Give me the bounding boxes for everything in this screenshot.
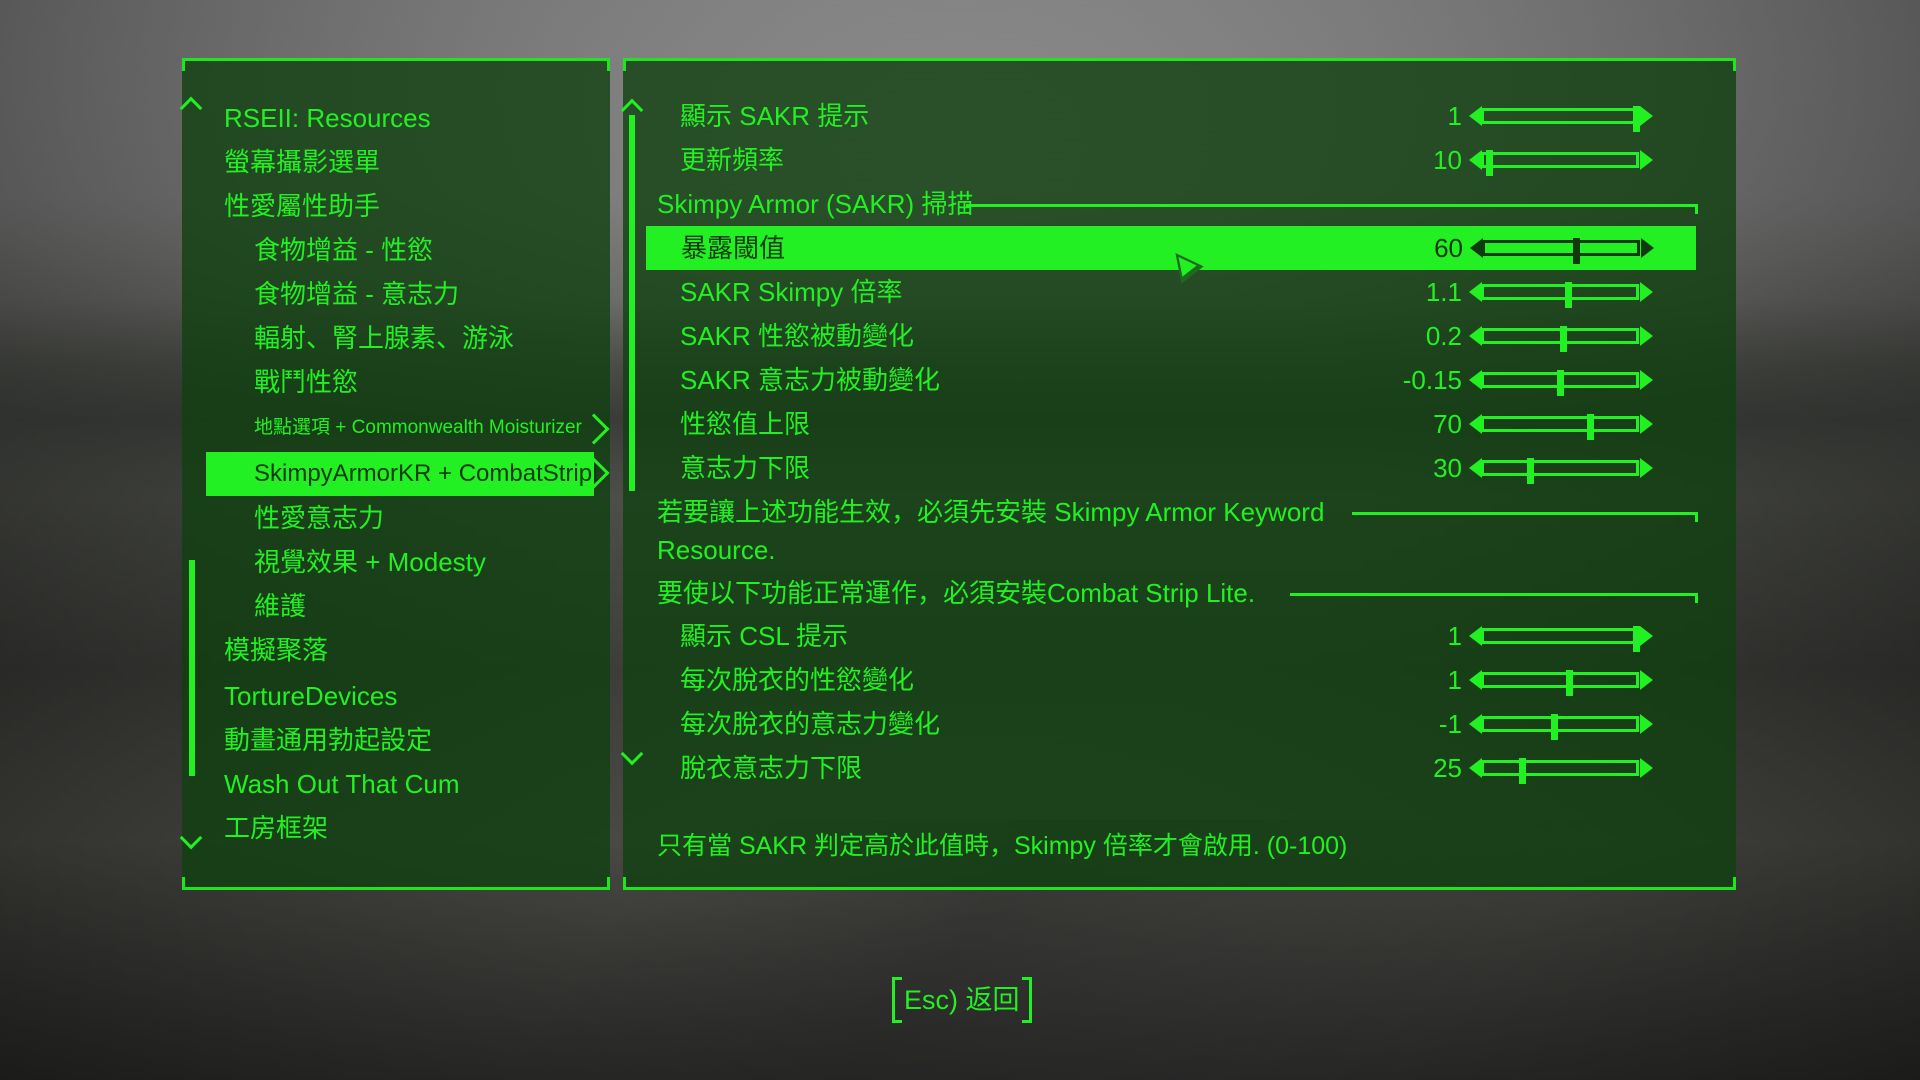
option-label: 更新頻率 <box>680 145 785 175</box>
option-label: 顯示 SAKR 提示 <box>680 101 870 131</box>
mod-list-item[interactable]: 地點選項 + Commonwealth Moisturizer <box>254 406 582 450</box>
option-label: 每次脫衣的意志力變化 <box>680 709 941 739</box>
option-slider[interactable] <box>1467 410 1655 440</box>
option-label: 顯示 CSL 提示 <box>680 621 849 651</box>
slider-right-arrow-icon[interactable] <box>1640 670 1653 690</box>
option-label: 意志力下限 <box>680 453 811 483</box>
slider-right-arrow-icon[interactable] <box>1640 326 1653 346</box>
section-divider-cap <box>1695 593 1698 603</box>
option-label: 性慾值上限 <box>680 409 811 439</box>
option-strip-willpower-change[interactable]: 每次脫衣的意志力變化 -1 <box>645 702 1695 746</box>
back-button-label: Esc) 返回 <box>904 985 1020 1015</box>
option-slider[interactable] <box>1467 322 1655 352</box>
option-value: -0.15 <box>1402 365 1462 395</box>
option-label: SAKR 性慾被動變化 <box>680 321 915 351</box>
option-willpower-min[interactable]: 意志力下限 30 <box>645 446 1695 490</box>
option-slider[interactable] <box>1467 710 1655 740</box>
mod-list-item[interactable]: 食物增益 - 意志力 <box>254 272 459 316</box>
mod-list-item[interactable]: Wash Out That Cum <box>224 762 460 806</box>
slider-right-arrow-icon[interactable] <box>1640 458 1653 478</box>
slider-right-arrow-icon[interactable] <box>1640 626 1653 646</box>
section-header-requirement-sakr-cont: Resource. <box>657 535 776 565</box>
option-value: 60 <box>1434 233 1463 263</box>
section-divider <box>1290 593 1698 596</box>
slider-right-arrow-icon[interactable] <box>1640 282 1653 302</box>
option-strip-willpower-min[interactable]: 脫衣意志力下限 25 <box>645 746 1695 790</box>
mod-list-scrollbar[interactable] <box>189 560 195 776</box>
option-value: 1.1 <box>1425 277 1462 307</box>
section-header-sakr-scan: Skimpy Armor (SAKR) 掃描 <box>657 189 974 219</box>
slider-right-arrow-icon[interactable] <box>1640 106 1653 126</box>
mod-list-item[interactable]: 戰鬥性慾 <box>254 360 358 404</box>
slider-right-arrow-icon[interactable] <box>1640 150 1653 170</box>
mod-list-item[interactable]: TortureDevices <box>224 674 397 718</box>
section-divider-cap <box>1695 512 1698 522</box>
option-value: -1 <box>1438 709 1462 739</box>
option-label: SAKR Skimpy 倍率 <box>680 277 903 307</box>
option-value: 0.2 <box>1425 321 1462 351</box>
option-slider[interactable] <box>1467 146 1655 176</box>
option-slider[interactable] <box>1467 666 1655 696</box>
option-label: 每次脫衣的性慾變化 <box>680 665 915 695</box>
section-divider-cap <box>1695 204 1698 214</box>
mod-list-item[interactable]: 性愛屬性助手 <box>224 184 380 228</box>
option-slider[interactable] <box>1467 622 1655 652</box>
slider-right-arrow-icon[interactable] <box>1640 758 1653 778</box>
option-strip-libido-change[interactable]: 每次脫衣的性慾變化 1 <box>645 658 1695 702</box>
mod-list-item[interactable]: 工房框架 <box>224 806 328 850</box>
mod-list-item[interactable]: 動畫通用勃起設定 <box>224 718 432 762</box>
section-divider <box>1352 512 1698 515</box>
option-sakr-skimpy-multiplier[interactable]: SAKR Skimpy 倍率 1.1 <box>645 270 1695 314</box>
option-sakr-willpower-passive[interactable]: SAKR 意志力被動變化 -0.15 <box>645 358 1695 402</box>
mod-list-item[interactable]: 視覺效果 + Modesty <box>254 540 486 584</box>
option-slider[interactable] <box>1467 454 1655 484</box>
option-value: 30 <box>1433 453 1462 483</box>
mod-list-item[interactable]: 食物增益 - 性慾 <box>254 228 433 272</box>
mod-list-item[interactable]: RSEII: Resources <box>224 96 431 140</box>
option-libido-max[interactable]: 性慾值上限 70 <box>645 402 1695 446</box>
slider-right-arrow-icon[interactable] <box>1641 238 1654 258</box>
mod-list-item[interactable]: 維護 <box>254 584 306 628</box>
option-slider[interactable] <box>1467 278 1655 308</box>
option-update-frequency[interactable]: 更新頻率 10 <box>645 138 1695 182</box>
option-sakr-libido-passive[interactable]: SAKR 性慾被動變化 0.2 <box>645 314 1695 358</box>
mod-list-item[interactable]: 模擬聚落 <box>224 628 328 672</box>
slider-right-arrow-icon[interactable] <box>1640 714 1653 734</box>
section-header-requirement-sakr: 若要讓上述功能生效，必須先安裝 Skimpy Armor Keyword <box>657 497 1325 527</box>
option-value: 70 <box>1433 409 1462 439</box>
option-value: 10 <box>1433 145 1462 175</box>
option-label: 脫衣意志力下限 <box>680 753 863 783</box>
option-label: SAKR 意志力被動變化 <box>680 365 941 395</box>
slider-right-arrow-icon[interactable] <box>1640 370 1653 390</box>
mod-list-item[interactable]: 螢幕攝影選單 <box>224 140 380 184</box>
mod-list-item[interactable]: 性愛意志力 <box>254 496 384 540</box>
option-slider[interactable] <box>1467 102 1655 132</box>
option-value: 1 <box>1447 621 1462 651</box>
option-slider[interactable] <box>1467 366 1655 396</box>
option-slider[interactable] <box>1467 754 1655 784</box>
options-scrollbar[interactable] <box>629 115 635 491</box>
section-divider <box>966 204 1698 207</box>
option-value: 25 <box>1433 753 1462 783</box>
option-show-csl-hint[interactable]: 顯示 CSL 提示 1 <box>645 614 1695 658</box>
mod-list-item-selected[interactable]: SkimpyArmorKR + CombatStripL <box>206 452 605 496</box>
mod-list-item[interactable]: 輻射、腎上腺素、游泳 <box>254 316 514 360</box>
option-value: 1 <box>1447 101 1462 131</box>
option-slider[interactable] <box>1468 234 1656 264</box>
option-label: 暴露閾值 <box>681 233 786 263</box>
section-header-requirement-csl: 要使以下功能正常運作，必須安裝Combat Strip Lite. <box>657 578 1256 608</box>
back-button[interactable]: Esc) 返回 <box>892 977 1032 1023</box>
option-value: 1 <box>1447 665 1462 695</box>
slider-right-arrow-icon[interactable] <box>1640 414 1653 434</box>
option-show-sakr-hint[interactable]: 顯示 SAKR 提示 1 <box>645 94 1695 138</box>
option-description: 只有當 SAKR 判定高於此值時，Skimpy 倍率才會啟用. (0-100) <box>657 832 1348 860</box>
